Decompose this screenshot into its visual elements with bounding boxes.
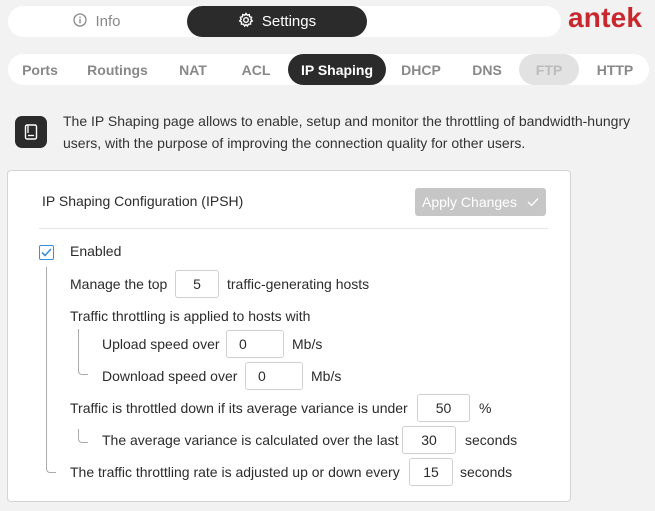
ipsh-config-panel: IP Shaping Configuration (IPSH) Apply Ch… <box>7 170 571 502</box>
manage-top-suffix: traffic-generating hosts <box>227 276 370 292</box>
tab-acl[interactable]: ACL <box>227 54 285 85</box>
enabled-label: Enabled <box>70 243 122 259</box>
download-speed-input[interactable]: 0 <box>245 362 303 390</box>
throttle-label: Traffic throttling is applied to hosts w… <box>70 308 311 324</box>
rate-label: The traffic throttling rate is adjusted … <box>70 464 400 480</box>
top-tab-bar: Info Settings <box>8 6 561 37</box>
upload-unit: Mb/s <box>292 336 323 352</box>
variance-input[interactable]: 50 <box>417 394 470 422</box>
apply-changes-label: Apply Changes <box>422 194 517 210</box>
tree-line-main <box>46 267 56 473</box>
enabled-checkbox[interactable] <box>39 245 54 260</box>
gear-icon <box>238 11 254 32</box>
rate-unit: seconds <box>460 464 513 480</box>
check-icon <box>41 248 52 257</box>
book-icon <box>15 116 47 148</box>
tab-settings[interactable]: Settings <box>187 6 367 37</box>
tab-nat[interactable]: NAT <box>164 54 222 85</box>
tab-ip-shaping[interactable]: IP Shaping <box>288 54 386 85</box>
top-hosts-input[interactable]: 5 <box>175 270 219 298</box>
tab-routings[interactable]: Routings <box>75 54 160 85</box>
rate-interval-input[interactable]: 15 <box>409 458 453 486</box>
tab-ports[interactable]: Ports <box>8 54 72 85</box>
tab-info-label: Info <box>95 13 121 30</box>
checkmark-icon <box>527 194 539 210</box>
tab-info[interactable]: Info <box>8 6 186 37</box>
sub-tab-bar: Ports Routings NAT ACL IP Shaping DHCP D… <box>8 54 649 85</box>
panel-title: IP Shaping Configuration (IPSH) <box>42 193 244 209</box>
upload-label: Upload speed over <box>102 336 220 352</box>
manage-top-prefix: Manage the top <box>70 276 168 292</box>
average-label: The average variance is calculated over … <box>102 432 399 448</box>
apply-changes-button[interactable]: Apply Changes <box>415 188 546 216</box>
download-label: Download speed over <box>102 368 238 384</box>
brand-logo: antek <box>568 2 643 33</box>
tab-ftp: FTP <box>519 54 579 85</box>
variance-label: Traffic is throttled down if its average… <box>70 400 408 416</box>
average-window-input[interactable]: 30 <box>402 426 456 454</box>
tab-dns[interactable]: DNS <box>457 54 517 85</box>
average-unit: seconds <box>465 432 518 448</box>
tree-line-upload <box>78 329 79 351</box>
tab-settings-label: Settings <box>261 13 317 30</box>
info-icon <box>73 12 88 31</box>
tab-http[interactable]: HTTP <box>584 54 646 85</box>
panel-divider <box>39 228 548 229</box>
upload-speed-input[interactable]: 0 <box>226 330 284 358</box>
page-description: The IP Shaping page allows to enable, se… <box>63 113 631 151</box>
tree-line-download <box>78 351 88 375</box>
variance-unit: % <box>479 400 492 416</box>
tab-dhcp[interactable]: DHCP <box>391 54 451 85</box>
tree-line-average <box>78 429 88 443</box>
download-unit: Mb/s <box>311 368 342 384</box>
